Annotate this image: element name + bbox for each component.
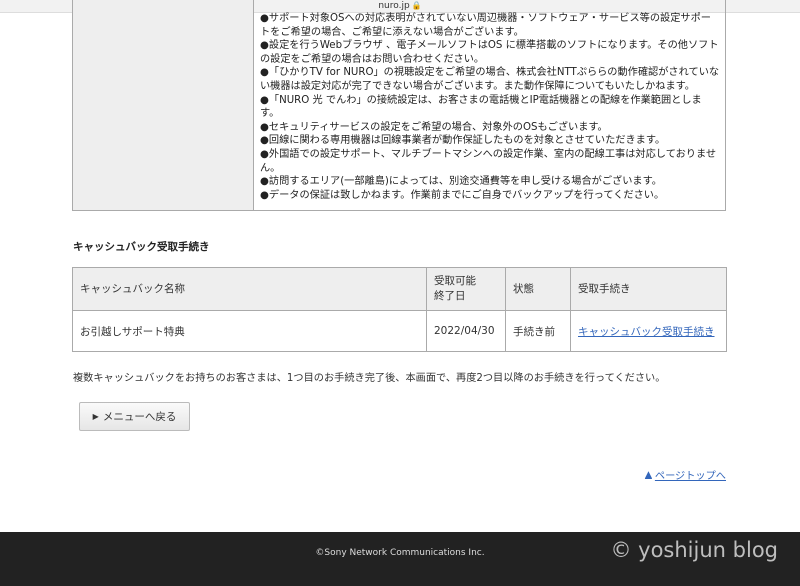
cell-procedure: キャッシュバック受取手続き bbox=[570, 310, 727, 352]
note-item: ●「NURO 光 でんわ」の接続設定は、お客さまの電話機とIP電話機器との配線を… bbox=[260, 94, 702, 120]
note-item: ●「ひかりTV for NURO」の視聴設定をご希望の場合、株式会社NTTぷらら… bbox=[260, 67, 720, 92]
header-deadline-line2: 終了日 bbox=[434, 290, 466, 302]
triangle-right-icon: ▶ bbox=[92, 412, 99, 421]
cashback-table: キャッシュバック名称 受取可能 終了日 状態 受取手続き お引越しサポート特典 … bbox=[72, 267, 727, 352]
triangle-up-icon: ▲ bbox=[644, 469, 652, 480]
header-deadline-line1: 受取可能 bbox=[434, 275, 476, 287]
header-deadline: 受取可能 終了日 bbox=[426, 267, 506, 311]
note-item: ●データの保証は致しかねます。作業前までにご自身でバックアップを行ってください。 bbox=[260, 189, 665, 201]
header-status: 状態 bbox=[505, 267, 571, 311]
header-procedure: 受取手続き bbox=[570, 267, 727, 311]
cell-name: お引越しサポート特典 bbox=[72, 310, 427, 352]
back-to-menu-button[interactable]: ▶ メニューへ戻る bbox=[79, 402, 190, 431]
page-top-link[interactable]: ▲ ページトップへ bbox=[644, 467, 726, 483]
note-item: ●サポート対象OSへの対応表明がされていない周辺機器・ソフトウェア・サービス等の… bbox=[260, 13, 711, 38]
multiple-cashback-note: 複数キャッシュバックをお持ちのお客さまは、1つ目のお手続き完了後、本画面で、再度… bbox=[73, 373, 666, 384]
watermark: © yoshijun blog bbox=[610, 538, 778, 562]
notes-content: ●サポート対象OSへの対応表明がされていない周辺機器・ソフトウェア・サービス等の… bbox=[260, 12, 720, 202]
table-row: お引越しサポート特典 2022/04/30 手続き前 キャッシュバック受取手続き bbox=[72, 310, 727, 352]
back-to-menu-label: メニューへ戻る bbox=[102, 411, 177, 423]
note-item: ●設定を行うWebブラウザ 、電子メールソフトはOS に標準搭載のソフトになりま… bbox=[260, 40, 719, 65]
note-item: ●セキュリティサービスの設定をご希望の場合、対象外のOSもございます。 bbox=[260, 121, 608, 133]
page-top-label: ページトップへ bbox=[654, 471, 726, 482]
support-notes-table: ●サポート対象OSへの対応表明がされていない周辺機器・ソフトウェア・サービス等の… bbox=[72, 0, 726, 211]
table-header-row: キャッシュバック名称 受取可能 終了日 状態 受取手続き bbox=[72, 267, 727, 311]
note-item: ●訪問するエリア(一部離島)によっては、別途交通費等を申し受ける場合がございます… bbox=[260, 176, 662, 188]
cashback-section-title: キャッシュバック受取手続き bbox=[73, 241, 210, 253]
cell-deadline: 2022/04/30 bbox=[426, 310, 506, 352]
header-name: キャッシュバック名称 bbox=[72, 267, 427, 311]
footer: ©Sony Network Communications Inc. © yosh… bbox=[0, 532, 800, 586]
notes-label-cell bbox=[73, 0, 254, 210]
cell-status: 手続き前 bbox=[505, 310, 571, 352]
note-item: ●外国語での設定サポート、マルチブートマシンへの設定作業、室内の配線工事は対応し… bbox=[260, 148, 717, 174]
note-item: ●回線に関わる専用機器は回線事業者が動作保証したものを対象とさせていただきます。 bbox=[260, 135, 666, 147]
cashback-procedure-link[interactable]: キャッシュバック受取手続き bbox=[578, 326, 715, 338]
